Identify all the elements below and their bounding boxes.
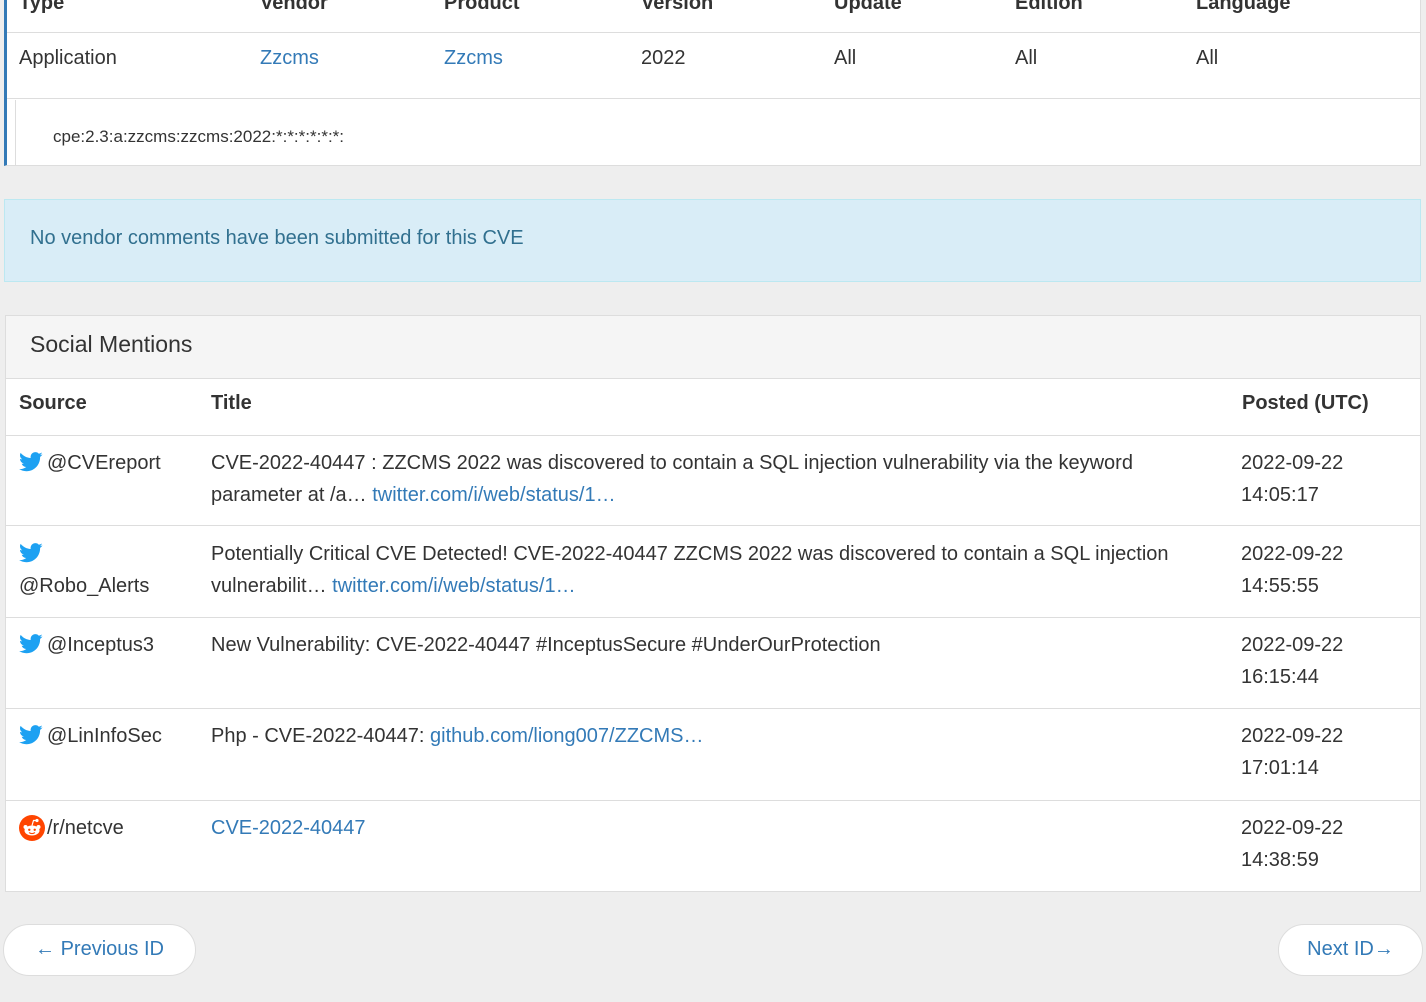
cpe-header-version: Version bbox=[641, 0, 714, 14]
cpe-panel: Type Vendor Product Version Update Editi… bbox=[4, 0, 1421, 166]
mention-posted: 2022-09-22 17:01:14 bbox=[1241, 720, 1411, 784]
mention-title: New Vulnerability: CVE-2022-40447 #Incep… bbox=[211, 629, 1221, 661]
column-header-source: Source bbox=[19, 392, 87, 414]
mention-title: Php - CVE-2022-40447: github.com/liong00… bbox=[211, 720, 1221, 752]
cpe-version: 2022 bbox=[641, 47, 686, 69]
mention-source-handle[interactable]: @Inceptus3 bbox=[47, 634, 154, 656]
cpe-header-edition: Edition bbox=[1015, 0, 1083, 14]
mention-title-text: CVE-2022-40447 : ZZCMS 2022 was discover… bbox=[211, 452, 1133, 506]
cpe-table-header: Type Vendor Product Version Update Editi… bbox=[7, 0, 1420, 14]
mention-source: /r/netcve bbox=[19, 812, 194, 844]
cpe-edition: All bbox=[1015, 47, 1038, 69]
divider bbox=[6, 617, 1420, 618]
mention-posted: 2022-09-22 14:38:59 bbox=[1241, 812, 1411, 876]
mention-source-handle[interactable]: @CVEreport bbox=[47, 452, 161, 474]
mention-time: 16:15:44 bbox=[1241, 666, 1319, 688]
cpe-type: Application bbox=[19, 47, 117, 69]
panel-title: Social Mentions bbox=[30, 331, 193, 357]
mention-posted: 2022-09-22 14:55:55 bbox=[1241, 538, 1411, 602]
divider bbox=[7, 32, 1420, 33]
cpe-update: All bbox=[834, 47, 857, 69]
column-header-posted: Posted (UTC) bbox=[1242, 392, 1369, 414]
mention-posted: 2022-09-22 16:15:44 bbox=[1241, 629, 1411, 693]
next-id-button[interactable]: Next ID→ bbox=[1278, 924, 1423, 976]
cpe-vendor-link[interactable]: Zzcms bbox=[260, 47, 319, 70]
divider bbox=[6, 708, 1420, 709]
mention-title: Potentially Critical CVE Detected! CVE-2… bbox=[211, 538, 1221, 602]
cpe-header-vendor: Vendor bbox=[260, 0, 328, 14]
mention-link[interactable]: CVE-2022-40447 bbox=[211, 817, 366, 839]
mention-source: @Robo_Alerts bbox=[19, 538, 194, 602]
mention-date: 2022-09-22 bbox=[1241, 543, 1344, 565]
mention-link[interactable]: twitter.com/i/web/status/1… bbox=[372, 484, 615, 506]
mention-time: 14:05:17 bbox=[1241, 484, 1319, 506]
mention-date: 2022-09-22 bbox=[1241, 634, 1344, 656]
mention-title: CVE-2022-40447 bbox=[211, 812, 1221, 844]
mention-time: 14:38:59 bbox=[1241, 849, 1319, 871]
mention-source: @LinInfoSec bbox=[19, 720, 194, 752]
mention-source-handle[interactable]: @LinInfoSec bbox=[47, 725, 162, 747]
social-mentions-heading: Social Mentions bbox=[6, 316, 1420, 379]
previous-id-button[interactable]: ← Previous ID bbox=[3, 924, 196, 976]
mention-date: 2022-09-22 bbox=[1241, 725, 1344, 747]
social-mentions-panel: Social Mentions Source Title Posted (UTC… bbox=[5, 315, 1421, 892]
cpe-string: cpe:2.3:a:zzcms:zzcms:2022:*:*:*:*:*:*: bbox=[53, 127, 345, 146]
mention-source-handle[interactable]: @Robo_Alerts bbox=[19, 575, 149, 597]
cpe-header-product: Product bbox=[444, 0, 520, 14]
mention-title-text: Php - CVE-2022-40447: bbox=[211, 725, 425, 747]
cpe-table-row: Application Zzcms Zzcms 2022 All All All bbox=[7, 47, 1420, 73]
twitter-icon bbox=[19, 634, 43, 654]
cpe-header-type: Type bbox=[19, 0, 65, 14]
mention-title-text: New Vulnerability: CVE-2022-40447 #Incep… bbox=[211, 634, 881, 656]
column-header-title: Title bbox=[211, 392, 252, 414]
mention-date: 2022-09-22 bbox=[1241, 817, 1344, 839]
mention-time: 14:55:55 bbox=[1241, 575, 1319, 597]
cpe-product-link[interactable]: Zzcms bbox=[444, 47, 503, 70]
divider bbox=[6, 435, 1420, 436]
mention-link[interactable]: twitter.com/i/web/status/1… bbox=[332, 575, 575, 597]
cpe-header-language: Language bbox=[1196, 0, 1291, 14]
twitter-icon bbox=[19, 543, 43, 563]
cpe-language: All bbox=[1196, 47, 1219, 69]
mention-title: CVE-2022-40447 : ZZCMS 2022 was discover… bbox=[211, 447, 1221, 511]
twitter-icon bbox=[19, 452, 43, 472]
mention-source: @Inceptus3 bbox=[19, 629, 194, 661]
divider bbox=[7, 98, 1420, 99]
divider bbox=[6, 800, 1420, 801]
reddit-icon bbox=[19, 815, 45, 841]
twitter-icon bbox=[19, 725, 43, 745]
mention-source: @CVEreport bbox=[19, 447, 194, 479]
mention-date: 2022-09-22 bbox=[1241, 452, 1344, 474]
mention-link[interactable]: github.com/liong007/ZZCMS… bbox=[430, 725, 703, 747]
mention-source-handle[interactable]: /r/netcve bbox=[47, 817, 124, 839]
vendor-comments-message: No vendor comments have been submitted f… bbox=[30, 227, 524, 249]
divider bbox=[6, 525, 1420, 526]
mention-time: 17:01:14 bbox=[1241, 757, 1319, 779]
vendor-comments-alert: No vendor comments have been submitted f… bbox=[4, 199, 1421, 282]
mention-posted: 2022-09-22 14:05:17 bbox=[1241, 447, 1411, 511]
cpe-header-update: Update bbox=[834, 0, 902, 14]
